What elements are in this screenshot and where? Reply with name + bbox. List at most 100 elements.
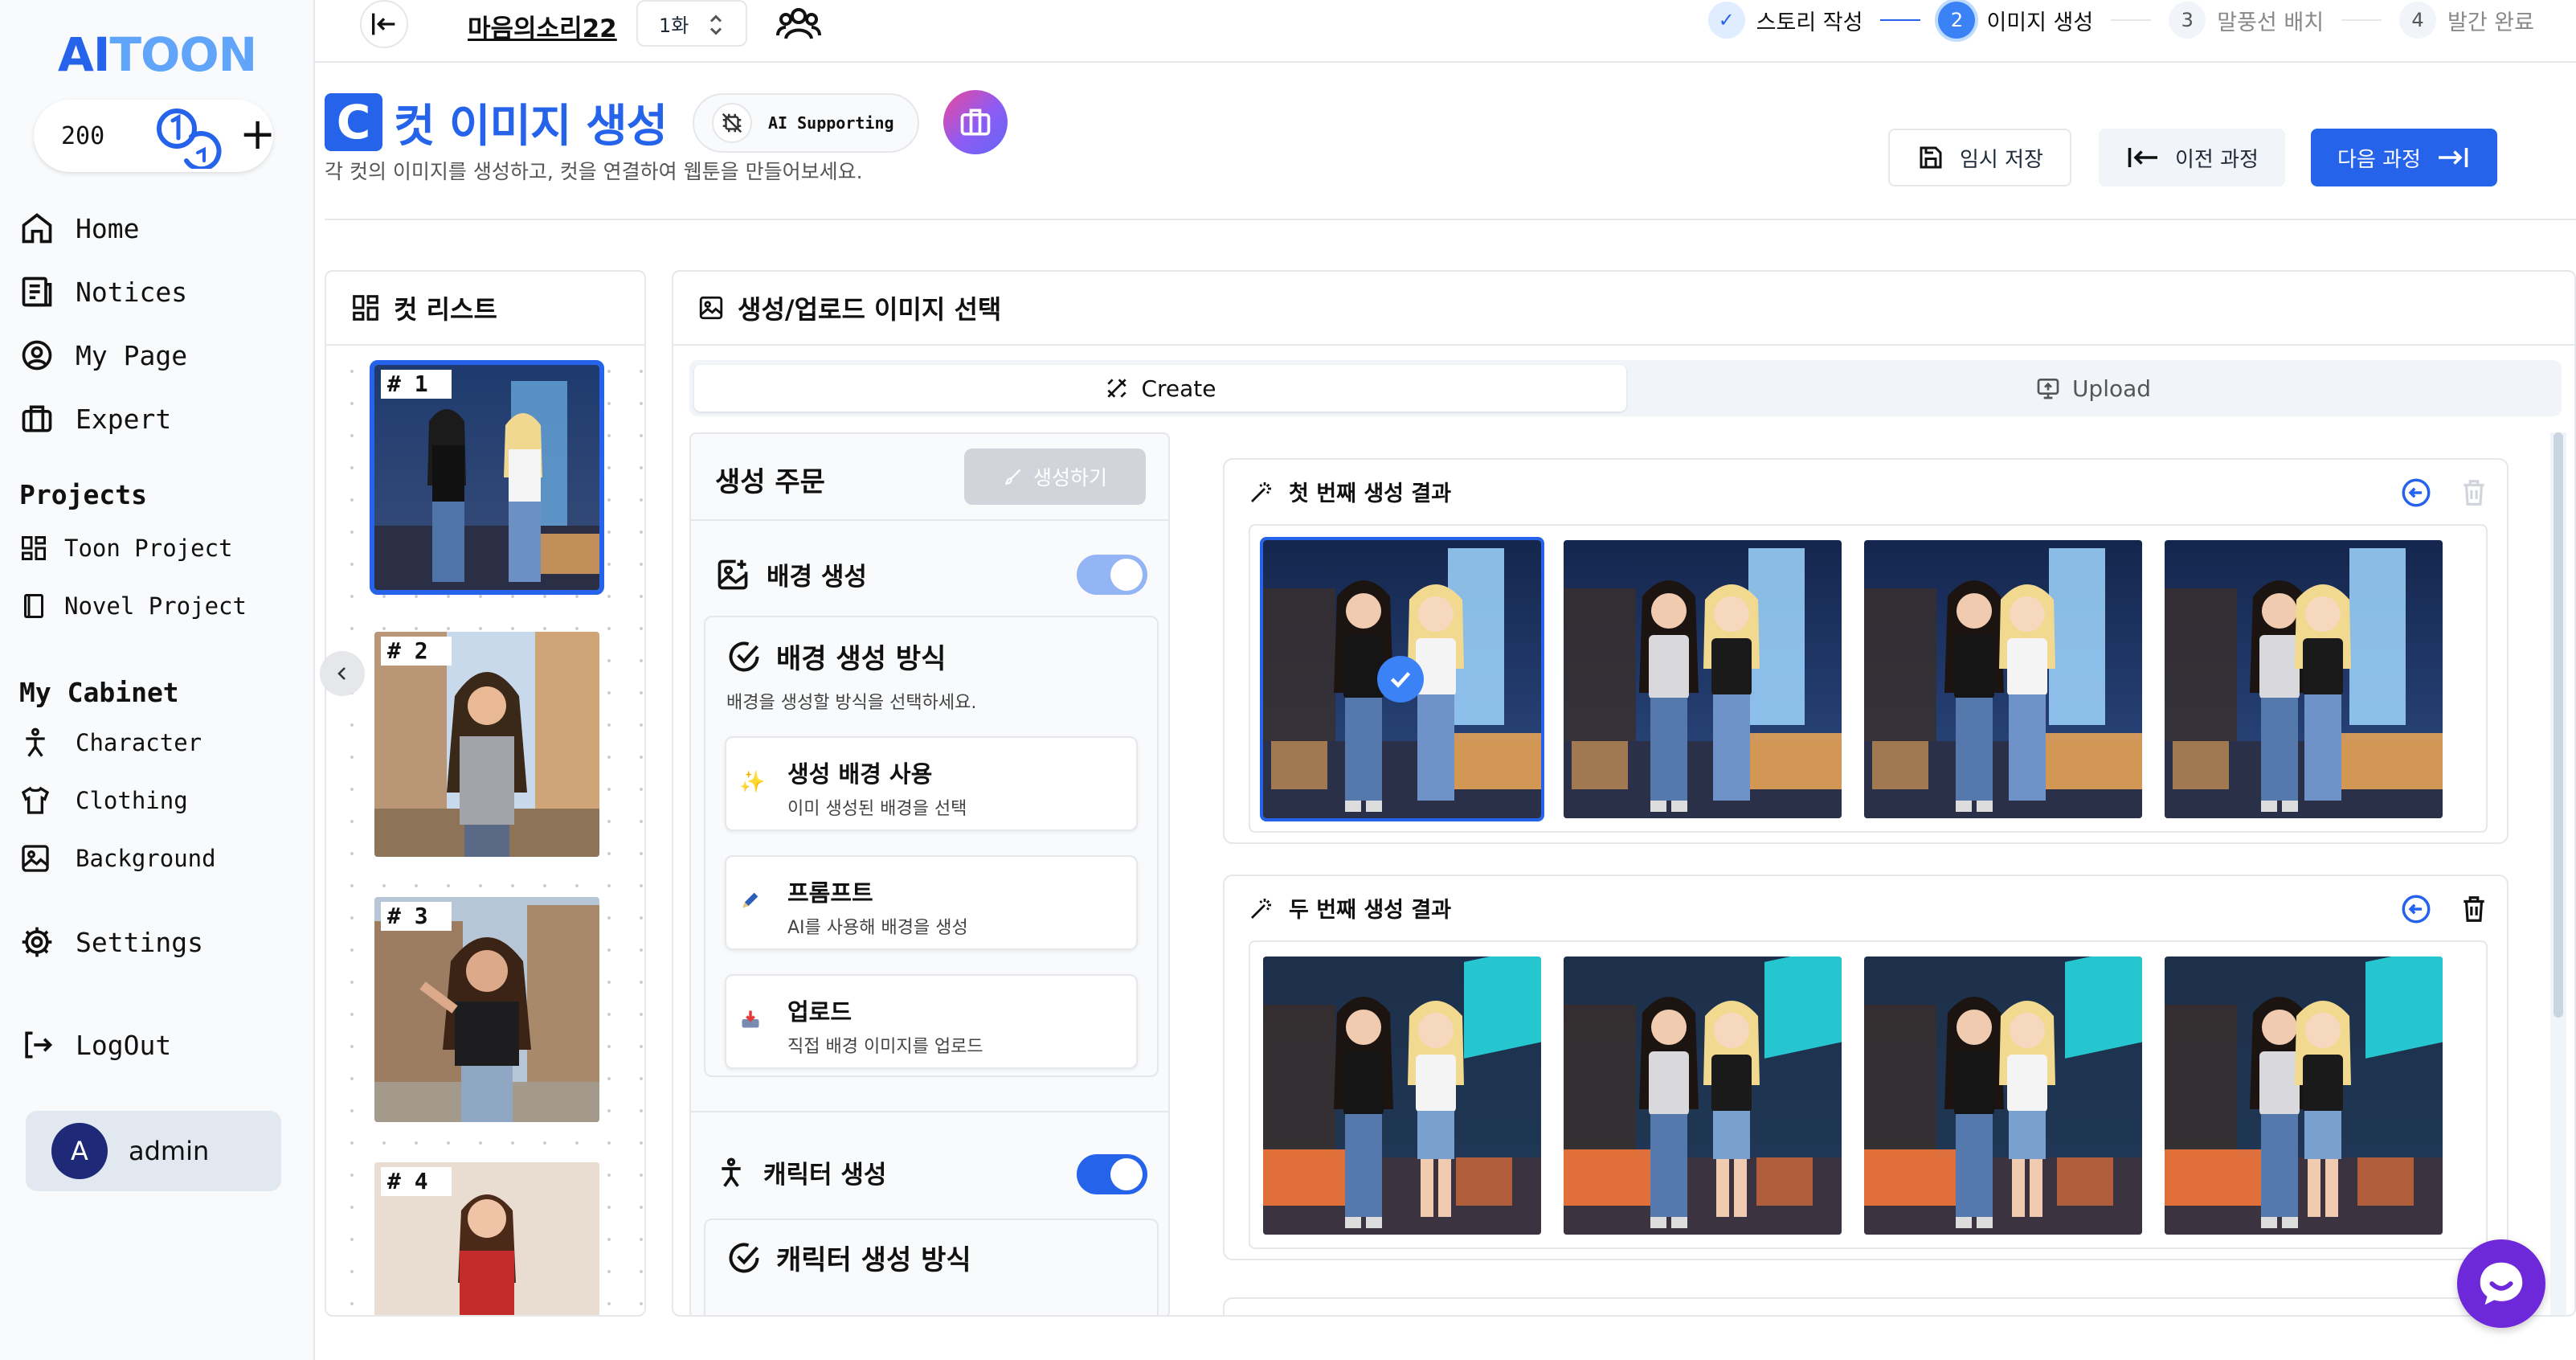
nav-logout-label: LogOut (76, 1029, 172, 1061)
cut-number: # 4 (381, 1167, 452, 1196)
trash-icon[interactable] (2459, 477, 2489, 509)
option-use-generated-background[interactable]: ✨ 생성 배경 사용 이미 생성된 배경을 선택 (725, 736, 1138, 831)
logo-toon-text: TOON (109, 27, 257, 82)
save-draft-button[interactable]: 임시 저장 (1888, 129, 2071, 186)
result-thumbnail[interactable] (1260, 537, 1544, 821)
nav-character-label: Character (76, 729, 202, 756)
scrollbar-thumb[interactable] (2554, 432, 2563, 1018)
app-logo[interactable]: AITOON (58, 27, 257, 82)
pencil-icon (739, 889, 762, 911)
nav-settings[interactable]: Settings (19, 924, 203, 960)
ai-off-icon (712, 103, 752, 143)
magic-icon (1107, 379, 1127, 398)
layout-icon (353, 295, 378, 321)
briefcase-icon (19, 401, 55, 436)
collapse-cut-list-button[interactable] (320, 651, 365, 696)
nav-toon-project[interactable]: Toon Project (19, 534, 233, 563)
trash-icon[interactable] (2459, 893, 2489, 925)
result-thumbnail[interactable] (1864, 957, 2142, 1235)
results-scrollbar[interactable] (2550, 432, 2566, 1315)
option-prompt-background[interactable]: 프롬프트 AI를 사용해 배경을 생성 (725, 855, 1138, 950)
result-thumbnail[interactable] (1864, 540, 2142, 818)
option-upload-background[interactable]: 업로드 직접 배경 이미지를 업로드 (725, 974, 1138, 1069)
result-thumbnail[interactable] (1564, 540, 1842, 818)
cut-list-scroll[interactable]: # 1 # 2 # 3 # 4 (326, 346, 644, 1315)
sidebar: AITOON 200 + Home Notices My Page Expert… (0, 0, 315, 1360)
user-profile[interactable]: A admin (26, 1111, 281, 1191)
arrow-left-bar-icon (2128, 148, 2158, 167)
project-title-link[interactable]: 마음의소리22 (468, 8, 617, 44)
restore-icon[interactable] (2399, 476, 2433, 510)
nav-clothing[interactable]: Clothing (19, 784, 188, 817)
step-image-label: 이미지 생성 (1986, 10, 2094, 35)
episode-select[interactable]: 1화 (636, 0, 747, 47)
cut-item-4[interactable]: # 4 (374, 1162, 599, 1315)
previous-step-button[interactable]: 이전 과정 (2099, 129, 2285, 186)
nav-home[interactable]: Home (19, 211, 139, 246)
step-image[interactable]: 2 이미지 생성 (1938, 2, 2169, 39)
ai-supporting-toggle[interactable]: AI Supporting (693, 93, 919, 153)
progress-steps: ✓ 스토리 작성 2 이미지 생성 3 말풍선 배치 4 발간 완료 (1707, 0, 2534, 40)
result-image-row (1249, 524, 2488, 833)
tab-upload[interactable]: Upload (1629, 365, 2557, 412)
result-thumbnail[interactable] (2165, 540, 2443, 818)
generate-button[interactable]: 생성하기 (964, 449, 1146, 505)
credit-balance: 200 + (34, 100, 276, 172)
projects-heading: Projects (19, 479, 147, 510)
tab-create-label: Create (1141, 375, 1216, 402)
logout-icon (19, 1027, 55, 1063)
result-thumbnail[interactable] (1263, 957, 1541, 1235)
magic-wand-icon (1251, 481, 1271, 502)
add-credit-button[interactable]: + (239, 113, 276, 156)
header-divider (325, 219, 2576, 220)
result-thumbnail[interactable] (2165, 957, 2443, 1235)
result-title-text: 첫 번째 생성 결과 (1289, 481, 1452, 506)
step-story[interactable]: ✓ 스토리 작성 (1707, 2, 1939, 39)
character-generate-label: 캐릭터 생성 (763, 1161, 887, 1190)
nav-notices-label: Notices (76, 276, 188, 308)
toggle-knob (1110, 1158, 1143, 1190)
step-connector (2111, 19, 2152, 21)
back-button[interactable] (360, 0, 408, 48)
logo-ai-text: AI (58, 27, 110, 82)
background-method-title: 배경 생성 방식 (726, 637, 946, 676)
chevron-left-icon (337, 667, 346, 680)
nav-logout[interactable]: LogOut (19, 1027, 171, 1063)
image-select-title: 생성/업로드 이미지 선택 (738, 294, 1002, 325)
arrow-right-bar-icon (2438, 148, 2468, 167)
step-bubble-number: 3 (2169, 2, 2206, 39)
result-actions (2374, 892, 2489, 926)
nav-my-page[interactable]: My Page (19, 338, 187, 373)
result-title-text: 두 번째 생성 결과 (1289, 898, 1452, 923)
collaborators-icon[interactable] (776, 3, 821, 45)
cut-list-panel: 컷 리스트 # 1 # 2 # 3 # 4 (325, 270, 646, 1317)
restore-icon[interactable] (2399, 892, 2433, 926)
next-step-button[interactable]: 다음 과정 (2311, 129, 2497, 186)
check-icon: ✓ (1707, 2, 1745, 39)
notices-icon (19, 274, 55, 309)
nav-character[interactable]: Character (19, 727, 202, 759)
option-title: 생성 배경 사용 (787, 760, 933, 788)
step-publish[interactable]: 4 발간 완료 (2399, 2, 2534, 39)
background-generate-toggle[interactable] (1077, 555, 1147, 595)
step-bubble[interactable]: 3 말풍선 배치 (2169, 2, 2399, 39)
cut-item-1[interactable]: # 1 (370, 360, 604, 595)
chat-support-button[interactable] (2457, 1239, 2545, 1328)
background-method-box: 배경 생성 방식 배경을 생성할 방식을 선택하세요. ✨ 생성 배경 사용 이… (704, 616, 1159, 1077)
nav-background[interactable]: Background (19, 842, 216, 875)
cut-item-2[interactable]: # 2 (374, 632, 599, 857)
top-bar: 마음의소리22 1화 ✓ 스토리 작성 2 이미지 생성 3 말풍선 배치 4 … (315, 0, 2576, 63)
nav-novel-project[interactable]: Novel Project (19, 592, 247, 621)
cut-item-3[interactable]: # 3 (374, 897, 599, 1122)
section-divider (691, 1111, 1168, 1112)
character-generate-toggle[interactable] (1077, 1154, 1147, 1194)
nav-notices[interactable]: Notices (19, 274, 187, 309)
toolbox-button[interactable] (943, 90, 1008, 154)
nav-expert[interactable]: Expert (19, 401, 171, 436)
tab-create[interactable]: Create (694, 365, 1626, 412)
user-name: admin (129, 1136, 210, 1166)
nav-home-label: Home (76, 212, 140, 244)
result-thumbnail[interactable] (1564, 957, 1842, 1235)
cut-thumbnail (374, 897, 599, 1122)
next-step-label: 다음 과정 (2337, 147, 2421, 172)
